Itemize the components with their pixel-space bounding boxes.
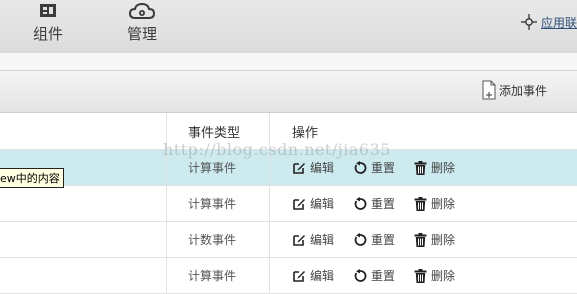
network-icon	[520, 14, 537, 30]
nav-item-components[interactable]: 组件	[22, 2, 74, 44]
delete-label: 删除	[431, 197, 456, 211]
delete-button[interactable]: 删除	[414, 267, 455, 284]
grid-icon	[40, 4, 56, 17]
reset-label: 重置	[371, 269, 396, 283]
trash-icon	[414, 232, 427, 247]
reset-button[interactable]: 重置	[353, 195, 395, 212]
name-cell	[0, 186, 167, 221]
edit-label: 编辑	[310, 161, 335, 175]
actions-cell: 编辑 重置 删除	[271, 258, 577, 293]
app-link-label: 应用联	[540, 16, 577, 30]
trash-icon	[414, 196, 427, 211]
top-nav: 组件 管理 应用联	[0, 0, 577, 53]
add-event-button[interactable]: 添加事件	[482, 80, 547, 100]
reset-icon	[354, 268, 367, 282]
reset-button[interactable]: 重置	[353, 231, 395, 248]
reset-label: 重置	[371, 161, 396, 175]
delete-button[interactable]: 删除	[414, 231, 455, 248]
edit-label: 编辑	[310, 233, 335, 247]
type-cell: 计数事件	[167, 222, 270, 257]
trash-icon	[414, 160, 427, 175]
reset-icon	[354, 160, 367, 174]
edit-button[interactable]: 编辑	[292, 231, 334, 248]
actions-cell: 编辑 重置 删除	[271, 222, 577, 257]
reset-button[interactable]: 重置	[353, 267, 395, 284]
reset-icon	[354, 232, 367, 246]
reset-icon	[354, 196, 367, 210]
nav-spacer	[0, 53, 577, 71]
edit-icon	[293, 234, 305, 246]
reset-button[interactable]: 重置	[353, 159, 395, 176]
edit-icon	[293, 162, 305, 174]
edit-label: 编辑	[310, 197, 335, 211]
type-cell: 计算事件	[167, 186, 270, 221]
actions-cell: 编辑 重置 删除	[271, 186, 577, 221]
name-cell	[0, 258, 167, 293]
nav-item-label: 管理	[126, 25, 157, 43]
table-row: 计算事件 编辑 重置 删除	[0, 258, 577, 294]
tooltip: ew中的内容	[0, 168, 64, 188]
delete-label: 删除	[431, 269, 456, 283]
header-cell-name	[0, 113, 167, 149]
delete-label: 删除	[431, 161, 456, 175]
type-cell: 计算事件	[167, 258, 270, 293]
reset-label: 重置	[371, 197, 396, 211]
add-event-label: 添加事件	[499, 84, 548, 98]
cloud-gear-icon	[129, 2, 155, 19]
table-row: 计数事件 编辑 重置 删除	[0, 222, 577, 258]
nav-item-label: 组件	[32, 25, 63, 43]
edit-icon	[293, 270, 305, 282]
reset-label: 重置	[371, 233, 396, 247]
edit-label: 编辑	[310, 269, 335, 283]
trash-icon	[414, 268, 427, 283]
nav-item-manage[interactable]: 管理	[113, 2, 171, 44]
edit-icon	[293, 198, 305, 210]
edit-button[interactable]: 编辑	[292, 267, 334, 284]
add-file-icon	[482, 80, 496, 100]
watermark-text: http://blog.csdn.net/jia635	[163, 140, 391, 159]
app-link[interactable]: 应用联	[520, 14, 577, 31]
delete-label: 删除	[431, 233, 456, 247]
delete-button[interactable]: 删除	[414, 159, 455, 176]
toolbar: 添加事件	[0, 71, 577, 113]
table-row: 计算事件 编辑 重置 删除	[0, 186, 577, 222]
name-cell	[0, 222, 167, 257]
edit-button[interactable]: 编辑	[292, 159, 334, 176]
edit-button[interactable]: 编辑	[292, 195, 334, 212]
delete-button[interactable]: 删除	[414, 195, 455, 212]
